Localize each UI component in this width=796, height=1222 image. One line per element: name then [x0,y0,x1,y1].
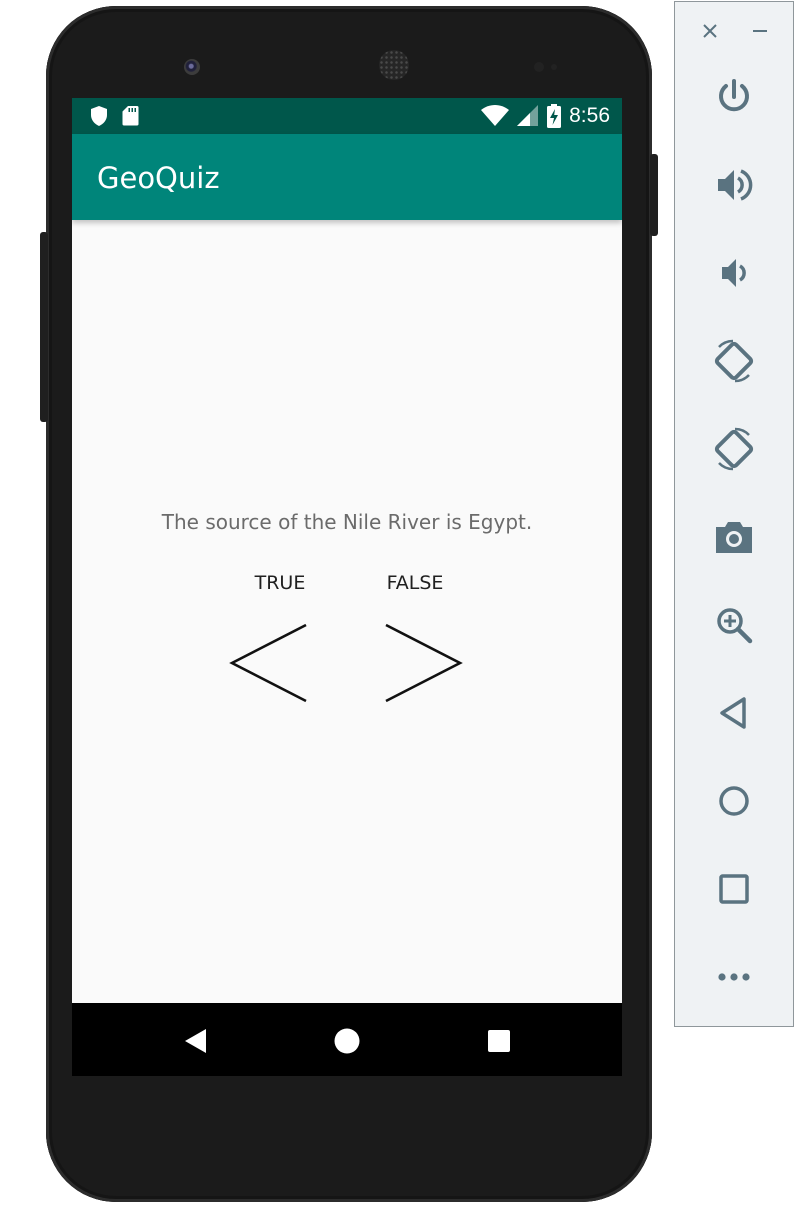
overview-icon [719,874,749,904]
sd-card-icon [122,106,139,126]
false-button[interactable]: FALSE [374,562,456,602]
back-icon[interactable] [178,1023,214,1059]
question-navigation [226,621,466,707]
overview-button[interactable] [707,862,761,916]
window-controls [675,18,793,48]
zoom-button[interactable] [707,598,761,652]
back-icon [720,697,746,729]
true-button[interactable]: TRUE [240,562,320,602]
rotate-right-icon [714,427,754,471]
side-button-right [650,154,658,236]
rotate-left-button[interactable] [707,334,761,388]
rotate-right-button[interactable] [707,422,761,476]
cell-signal-icon [517,105,539,126]
system-nav-bar [72,1003,622,1076]
home-icon[interactable] [329,1023,365,1059]
recents-icon[interactable] [481,1023,517,1059]
app-title: GeoQuiz [97,161,220,195]
answer-buttons: TRUE FALSE [72,562,622,602]
earpiece-speaker [379,50,409,80]
volume-down-button[interactable] [707,246,761,300]
app-bar: GeoQuiz [72,134,622,220]
more-icon [718,973,750,981]
status-bar: 8:56 [72,98,622,134]
rotate-left-icon [714,339,754,383]
wifi-icon [481,105,510,126]
chevron-right-icon[interactable] [382,621,466,707]
power-button[interactable] [707,70,761,124]
light-sensor [551,64,557,70]
back-button[interactable] [707,686,761,740]
battery-charging-icon [547,104,562,128]
power-icon [719,79,749,112]
volume-up-icon [718,169,753,201]
zoom-icon [717,608,753,644]
front-camera [184,59,200,75]
question-text: The source of the Nile River is Egypt. [161,510,533,534]
side-button-left [40,232,48,422]
volume-up-button[interactable] [707,158,761,212]
proximity-sensor [534,62,544,72]
status-clock: 8:56 [569,104,610,127]
volume-down-icon [722,259,746,287]
chevron-left-icon[interactable] [226,621,310,707]
shield-icon [91,106,107,126]
camera-icon [716,522,752,553]
emulator-toolbar [674,1,794,1027]
home-button[interactable] [707,774,761,828]
close-icon[interactable] [701,22,719,40]
home-icon [719,786,749,816]
minimize-icon[interactable] [751,22,769,40]
more-button[interactable] [707,950,761,1004]
screenshot-button[interactable] [707,510,761,564]
device-screen: 8:56 GeoQuiz The source of the Nile Rive… [72,98,622,1076]
